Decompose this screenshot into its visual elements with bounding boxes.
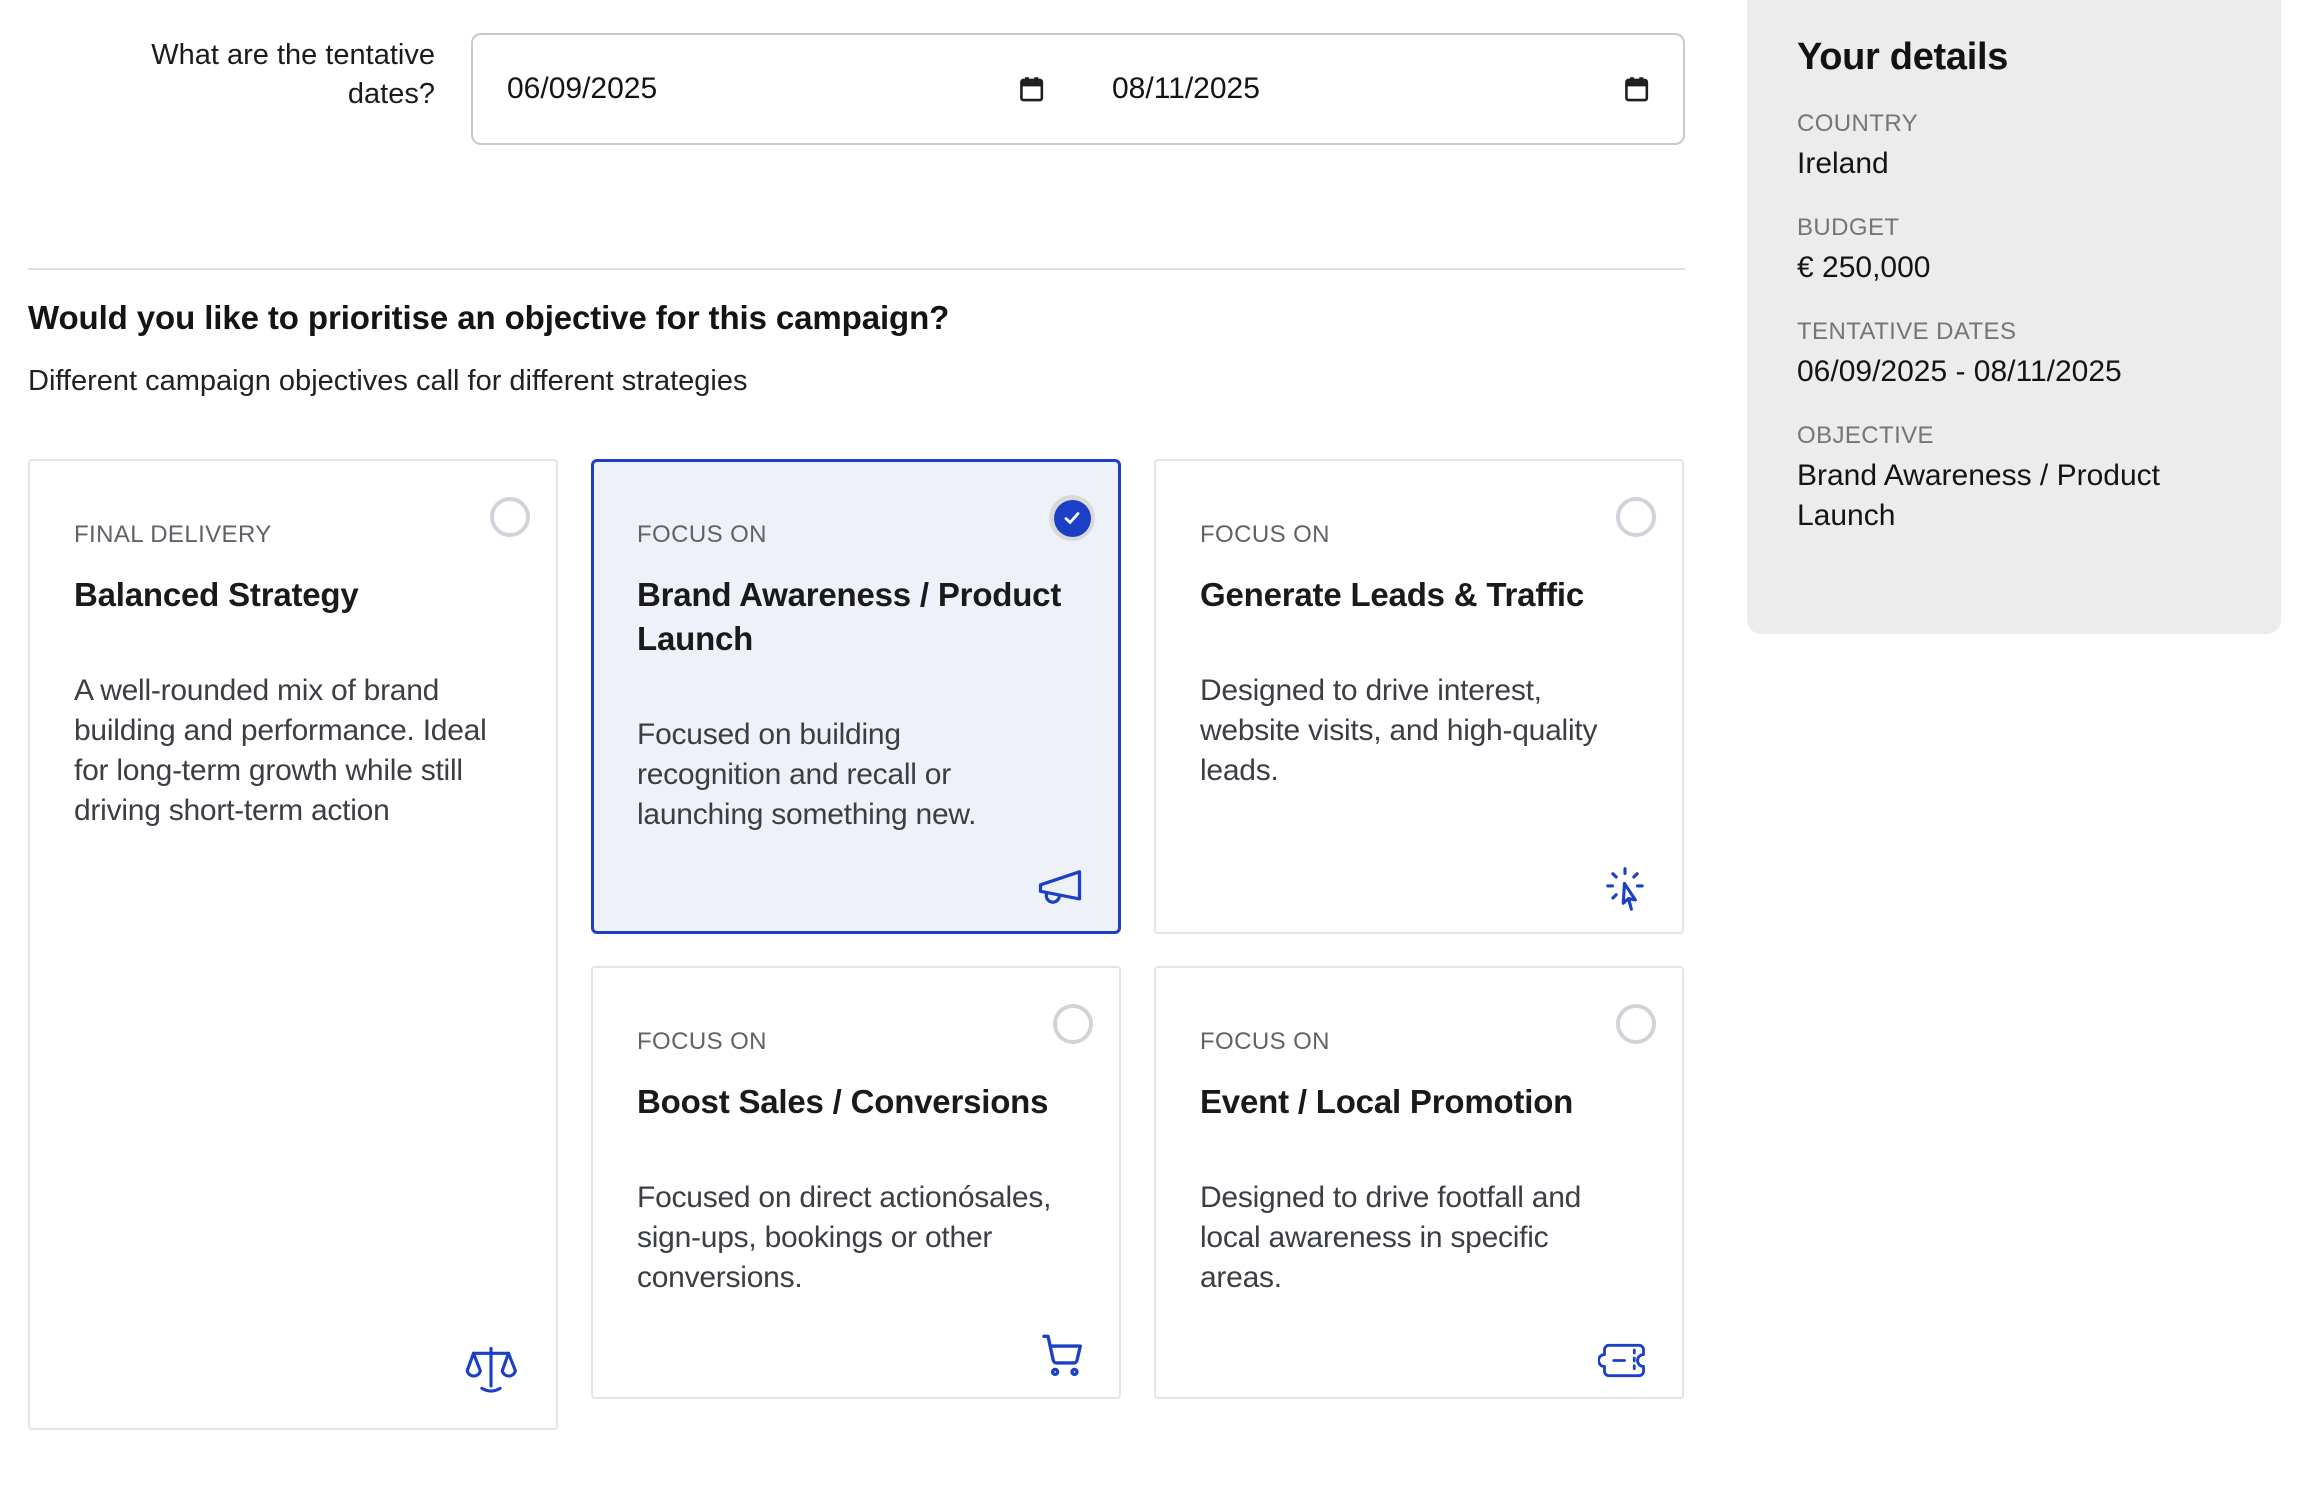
card-title: Generate Leads & Traffic [1200, 573, 1638, 617]
objective-section-heading: Would you like to prioritise an objectiv… [28, 299, 949, 337]
card-description: Designed to drive interest, website visi… [1200, 671, 1638, 791]
card-description: Focused on direct actionósales, sign-ups… [637, 1178, 1069, 1298]
date-range-picker: 06/09/2025 08/11/2025 [471, 33, 1685, 145]
detail-value: Brand Awareness / Product Launch [1797, 456, 2231, 536]
calendar-icon[interactable] [1621, 74, 1652, 105]
card-eyebrow: FOCUS ON [637, 521, 1075, 549]
start-date-input[interactable]: 06/09/2025 [473, 35, 1078, 143]
megaphone-icon [1034, 861, 1086, 913]
cards-column-3: FOCUS ON Generate Leads & Traffic Design… [1154, 459, 1684, 1430]
calendar-icon[interactable] [1016, 74, 1047, 105]
ticket-icon [1598, 1342, 1650, 1379]
sidebar-title: Your details [1797, 34, 2231, 80]
card-title: Boost Sales / Conversions [637, 1080, 1075, 1124]
detail-budget: BUDGET € 250,000 [1797, 213, 2231, 288]
radio-unchecked-icon[interactable] [1053, 1004, 1093, 1044]
detail-label: BUDGET [1797, 213, 2231, 243]
cards-column-2: FOCUS ON Brand Awareness / Product Launc… [591, 459, 1121, 1430]
card-title: Balanced Strategy [74, 573, 512, 617]
card-description: A well-rounded mix of brand building and… [74, 671, 494, 831]
detail-label: TENTATIVE DATES [1797, 317, 2231, 347]
scales-icon [460, 1340, 522, 1398]
detail-value: Ireland [1797, 144, 2231, 184]
tentative-dates-question: What are the tentative dates? [100, 36, 435, 114]
card-title: Brand Awareness / Product Launch [637, 573, 1075, 661]
start-date-value: 06/09/2025 [507, 72, 657, 106]
detail-label: COUNTRY [1797, 109, 2231, 139]
radio-unchecked-icon[interactable] [490, 497, 530, 537]
card-eyebrow: FINAL DELIVERY [74, 521, 512, 549]
card-eyebrow: FOCUS ON [1200, 521, 1638, 549]
detail-tentative-dates: TENTATIVE DATES 06/09/2025 - 08/11/2025 [1797, 317, 2231, 392]
radio-unchecked-icon[interactable] [1616, 1004, 1656, 1044]
campaign-setup-page: What are the tentative dates? 06/09/2025… [0, 0, 2302, 1488]
check-icon [1060, 506, 1084, 530]
radio-checked-icon[interactable] [1049, 495, 1095, 541]
card-eyebrow: FOCUS ON [1200, 1028, 1638, 1056]
section-divider [28, 268, 1685, 270]
end-date-input[interactable]: 08/11/2025 [1078, 35, 1683, 143]
objective-card-brand-awareness[interactable]: FOCUS ON Brand Awareness / Product Launc… [591, 459, 1121, 934]
detail-label: OBJECTIVE [1797, 421, 2231, 451]
end-date-value: 08/11/2025 [1112, 72, 1260, 106]
objective-card-event-local[interactable]: FOCUS ON Event / Local Promotion Designe… [1154, 966, 1684, 1399]
detail-objective: OBJECTIVE Brand Awareness / Product Laun… [1797, 421, 2231, 536]
card-description: Designed to drive footfall and local awa… [1200, 1178, 1638, 1298]
objective-card-generate-leads[interactable]: FOCUS ON Generate Leads & Traffic Design… [1154, 459, 1684, 934]
objective-section-subheading: Different campaign objectives call for d… [28, 365, 747, 398]
detail-value: € 250,000 [1797, 248, 2231, 288]
cards-column-1: FINAL DELIVERY Balanced Strategy A well-… [28, 459, 558, 1430]
objective-card-balanced-strategy[interactable]: FINAL DELIVERY Balanced Strategy A well-… [28, 459, 558, 1430]
cursor-click-icon [1600, 864, 1650, 914]
cart-icon [1037, 1329, 1087, 1379]
your-details-panel: Your details COUNTRY Ireland BUDGET € 25… [1747, 0, 2281, 634]
card-eyebrow: FOCUS ON [637, 1028, 1075, 1056]
radio-unchecked-icon[interactable] [1616, 497, 1656, 537]
detail-value: 06/09/2025 - 08/11/2025 [1797, 352, 2231, 392]
detail-country: COUNTRY Ireland [1797, 109, 2231, 184]
objective-card-boost-sales[interactable]: FOCUS ON Boost Sales / Conversions Focus… [591, 966, 1121, 1399]
card-description: Focused on building recognition and reca… [637, 715, 993, 835]
objective-cards-grid: FINAL DELIVERY Balanced Strategy A well-… [28, 459, 1684, 1430]
card-title: Event / Local Promotion [1200, 1080, 1638, 1124]
